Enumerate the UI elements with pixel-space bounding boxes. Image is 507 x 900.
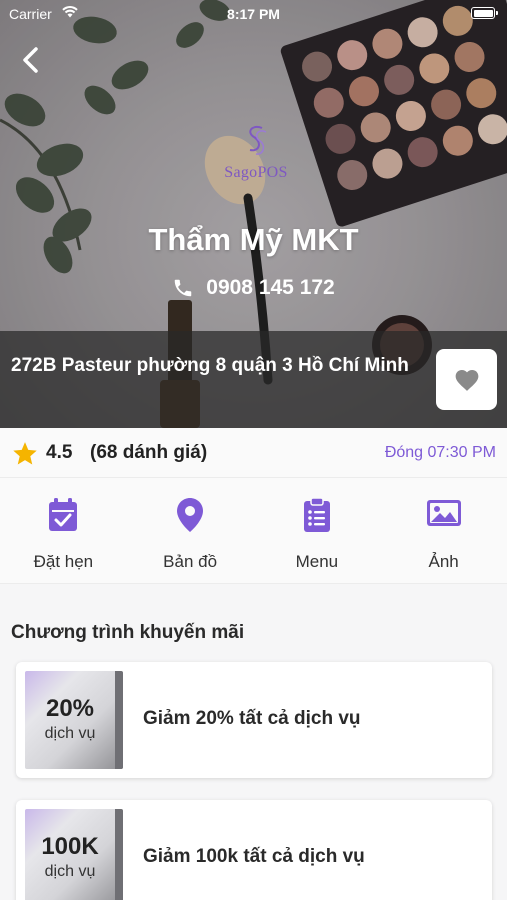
store-address: 272B Pasteur phường 8 quận 3 Hồ Chí Minh	[11, 355, 409, 376]
image-icon	[426, 500, 461, 526]
battery-icon	[471, 7, 498, 19]
menu-label: Menu	[295, 552, 339, 571]
promo-badge-value: 20%	[45, 695, 95, 722]
photos-label: Ảnh	[428, 552, 459, 571]
favorite-button[interactable]	[436, 349, 497, 410]
menu-button[interactable]: Menu	[254, 478, 381, 583]
action-bar: Đặt hẹn Bản đồ Menu Ảnh	[0, 478, 507, 584]
store-name: Thẩm Mỹ MKT	[148, 222, 359, 257]
booking-button[interactable]: Đặt hẹn	[0, 478, 127, 583]
promo-badge: 20% dịch vụ	[25, 671, 123, 769]
hero-banner: Carrier 8:17 PM SagoPOS Thẩm Mỹ MKT 0908…	[0, 0, 507, 428]
status-time: 8:17 PM	[227, 6, 280, 22]
promo-badge-subtitle: dịch vụ	[44, 725, 96, 742]
promotions-title: Chương trình khuyến mãi	[11, 622, 245, 643]
chevron-left-icon	[23, 47, 38, 73]
phone-number: 0908 145 172	[206, 276, 335, 299]
address-bar: 272B Pasteur phường 8 quận 3 Hồ Chí Minh	[0, 331, 507, 428]
map-label: Bản đồ	[163, 552, 218, 571]
logo-mark-icon	[249, 126, 267, 155]
promo-badge-subtitle: dịch vụ	[44, 863, 96, 880]
star-icon	[13, 442, 37, 465]
calendar-check-icon	[49, 498, 78, 531]
phone-link[interactable]: 0908 145 172	[0, 276, 507, 300]
map-button[interactable]: Bản đồ	[127, 478, 254, 583]
promo-description: Giảm 100k tất cả dịch vụ	[143, 846, 365, 867]
back-button[interactable]	[14, 44, 46, 76]
booking-label: Đặt hẹn	[33, 552, 94, 571]
promo-card[interactable]: 100K dịch vụ Giảm 100k tất cả dịch vụ	[16, 800, 492, 900]
phone-icon	[175, 279, 192, 297]
status-bar: Carrier 8:17 PM	[0, 0, 507, 28]
clipboard-list-icon	[303, 497, 330, 532]
brand-logo: SagoPOS	[206, 122, 306, 181]
heart-icon	[455, 369, 478, 391]
promo-description: Giảm 20% tất cả dịch vụ	[143, 708, 361, 729]
map-pin-icon	[177, 498, 204, 532]
promo-card[interactable]: 20% dịch vụ Giảm 20% tất cả dịch vụ	[16, 662, 492, 778]
photos-button[interactable]: Ảnh	[380, 478, 507, 583]
promo-badge-value: 100K	[41, 833, 99, 860]
rating-count[interactable]: (68 dánh giá)	[90, 442, 207, 464]
promo-badge: 100K dịch vụ	[25, 809, 123, 900]
rating-value: 4.5	[46, 442, 73, 463]
logo-text: SagoPOS	[224, 164, 288, 181]
closing-time: Đóng 07:30 PM	[384, 444, 496, 461]
rating-row: 4.5 (68 dánh giá) Đóng 07:30 PM	[0, 428, 507, 478]
